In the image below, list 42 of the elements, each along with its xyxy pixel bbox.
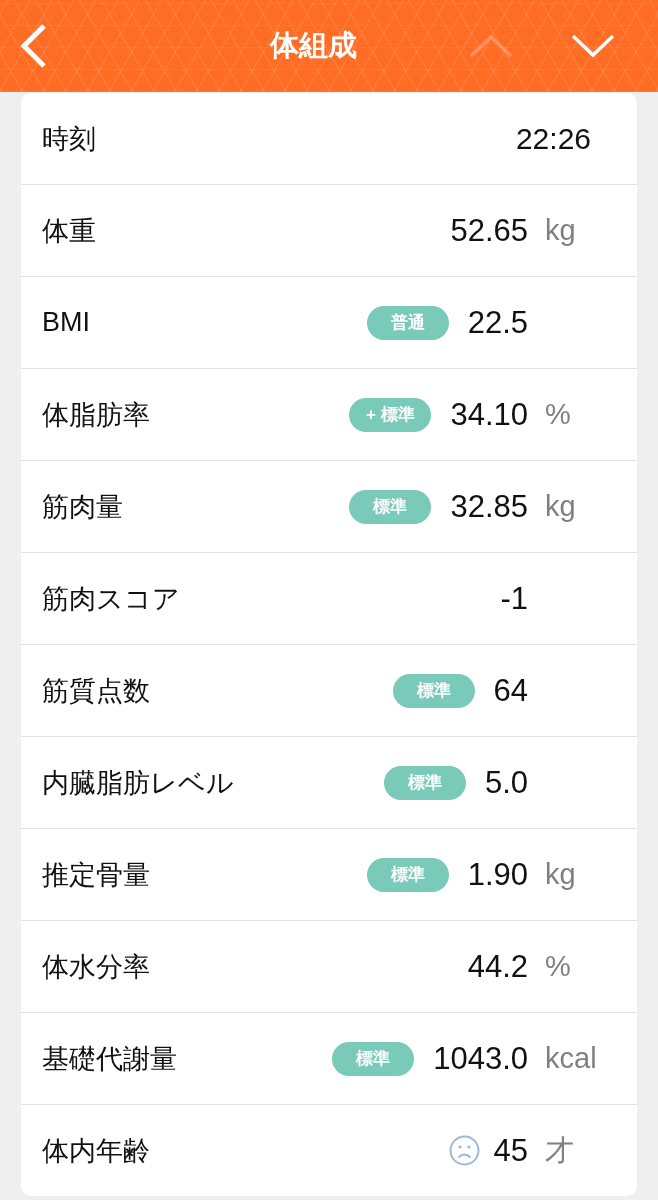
measure-value: 22.5 [467, 304, 528, 341]
status-badge: 標準 [383, 765, 466, 800]
time-value: 22:26 [515, 121, 591, 156]
back-button[interactable] [18, 22, 48, 70]
measure-value: 1043.0 [433, 1040, 528, 1077]
unit-label: kg [545, 490, 576, 522]
row-label: 筋質点数 [42, 674, 150, 708]
row-label: BMI [42, 307, 90, 338]
status-badge: 普通 [366, 305, 449, 340]
status-badge: 標準 [332, 1041, 415, 1076]
row-label: 時刻 [42, 122, 96, 156]
measure-value: 44.2 [467, 948, 528, 985]
status-badge: 標準 [392, 673, 475, 708]
row-label: 体脂肪率 [42, 398, 150, 432]
back-chevron-icon [18, 22, 48, 70]
measure-value: 45 [493, 1132, 528, 1169]
row-label: 内臓脂肪レベル [42, 766, 234, 800]
unit-label: kg [545, 214, 576, 246]
unit-label: % [545, 950, 571, 982]
measure-value: 64 [493, 672, 528, 709]
row-label: 推定骨量 [42, 858, 150, 892]
row-label: 基礎代謝量 [42, 1042, 177, 1076]
row-label: 体水分率 [42, 950, 150, 984]
screen-title: 体組成 [269, 29, 357, 61]
measure-value: -1 [500, 580, 528, 617]
status-badge: + 標準 [349, 397, 432, 432]
measure-value: 34.10 [450, 396, 528, 433]
unit-label: kcal [545, 1042, 597, 1074]
row-label: 体内年齢 [42, 1134, 150, 1168]
unit-label: kg [545, 858, 576, 890]
measure-value: 52.65 [450, 212, 528, 249]
unit-label: 才 [545, 1133, 574, 1166]
measure-value: 1.90 [467, 856, 528, 893]
row-label: 体重 [42, 214, 96, 248]
measure-value: 5.0 [484, 764, 528, 801]
status-badge: 標準 [366, 857, 449, 892]
unit-label: % [545, 398, 571, 430]
row-label: 筋肉量 [42, 490, 123, 524]
status-badge: 標準 [349, 489, 432, 524]
row-label: 筋肉スコア [42, 582, 180, 616]
measure-value: 32.85 [450, 488, 528, 525]
next-button[interactable] [570, 33, 616, 59]
